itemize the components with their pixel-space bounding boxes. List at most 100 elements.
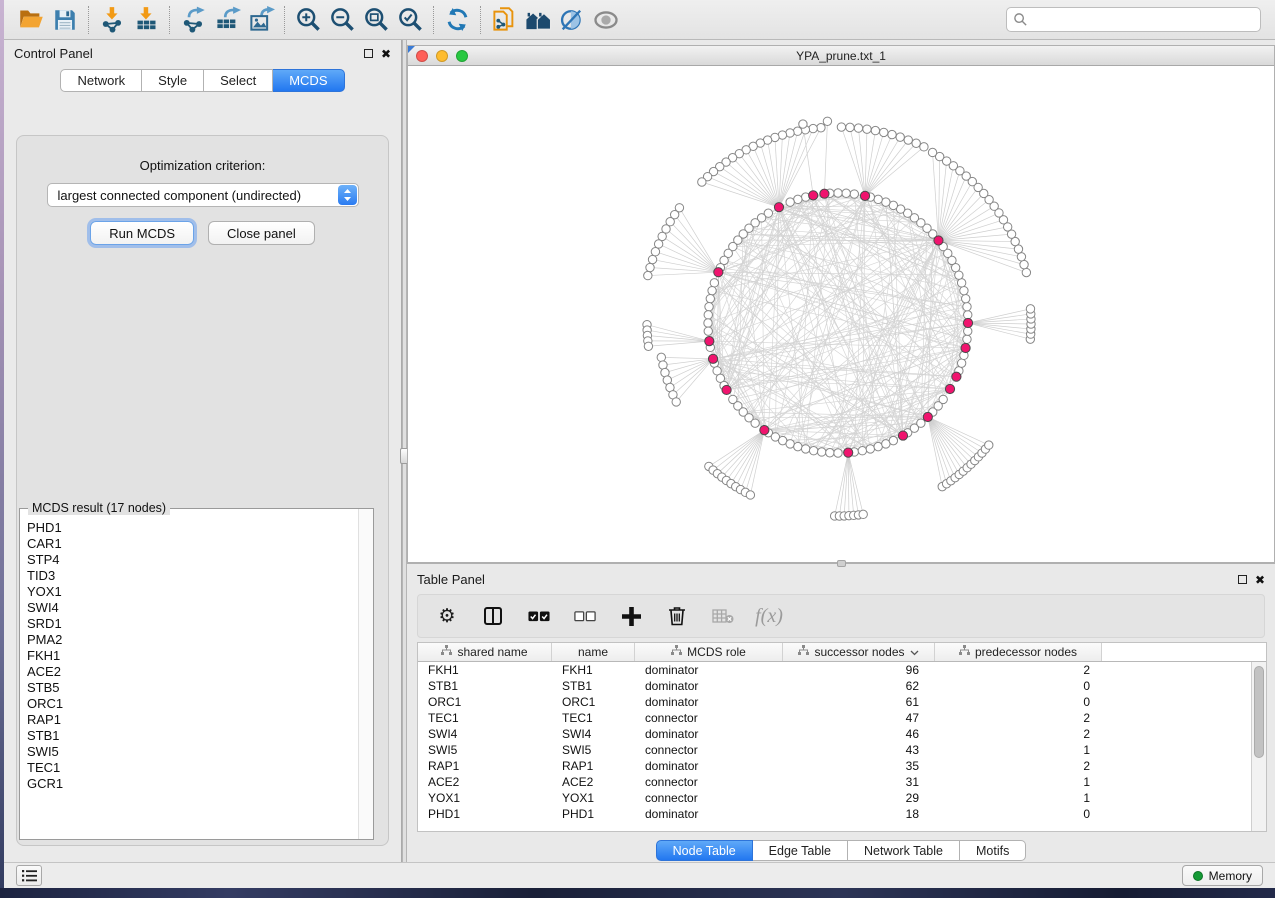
open-file-icon[interactable] (14, 3, 48, 37)
table-row[interactable]: RAP1RAP1dominator352 (418, 758, 1251, 774)
table-row[interactable]: SWI5SWI5connector431 (418, 742, 1251, 758)
cell-predecessor-nodes: 2 (935, 758, 1102, 774)
mcds-result-item[interactable]: SWI5 (27, 744, 358, 760)
table-row[interactable]: ORC1ORC1dominator610 (418, 694, 1251, 710)
mcds-result-group: MCDS result (17 nodes) PHD1CAR1STP4TID3Y… (19, 508, 374, 840)
mcds-result-item[interactable]: STB1 (27, 728, 358, 744)
select-all-rows-icon[interactable] (528, 605, 550, 627)
mcds-result-item[interactable]: YOX1 (27, 584, 358, 600)
column-visibility-icon[interactable] (482, 605, 504, 627)
tab-network-table[interactable]: Network Table (848, 840, 960, 861)
mcds-result-item[interactable]: TID3 (27, 568, 358, 584)
zoom-out-icon[interactable] (325, 3, 359, 37)
table-row[interactable]: ACE2ACE2connector311 (418, 774, 1251, 790)
cell-predecessor-nodes: 0 (935, 678, 1102, 694)
control-panel-tabs: NetworkStyleSelectMCDS (4, 69, 401, 92)
zoom-fit-icon[interactable] (359, 3, 393, 37)
mcds-result-item[interactable]: PMA2 (27, 632, 358, 648)
float-window-icon[interactable] (1238, 575, 1247, 584)
birds-eye-view-icon[interactable] (589, 3, 623, 37)
mcds-result-item[interactable]: ACE2 (27, 664, 358, 680)
header-filler (1102, 643, 1266, 661)
cell-shared-name: SWI5 (418, 742, 552, 758)
column-type-icon (671, 645, 682, 659)
import-network-icon[interactable] (95, 3, 129, 37)
tab-mcds[interactable]: MCDS (273, 69, 344, 92)
tab-motifs[interactable]: Motifs (960, 840, 1026, 861)
horizontal-splitter-handle[interactable] (837, 560, 846, 567)
tab-select[interactable]: Select (204, 69, 273, 92)
import-table-icon[interactable] (129, 3, 163, 37)
add-column-icon[interactable] (620, 605, 642, 627)
delete-table-icon-disabled (712, 605, 734, 627)
column-header-predecessor-nodes[interactable]: predecessor nodes (935, 643, 1102, 661)
refresh-icon[interactable] (440, 3, 474, 37)
table-scrollbar[interactable] (1251, 662, 1266, 831)
mcds-list-scrollbar[interactable] (358, 509, 373, 839)
network-window-titlebar[interactable]: YPA_prune.txt_1 (408, 46, 1274, 66)
table-tabs: Node TableEdge TableNetwork TableMotifs (407, 840, 1275, 861)
table-row[interactable]: FKH1FKH1dominator962 (418, 662, 1251, 678)
network-overview-icon[interactable] (521, 3, 555, 37)
table-settings-icon[interactable]: ⚙ (436, 605, 458, 627)
tab-style[interactable]: Style (142, 69, 204, 92)
mcds-result-item[interactable]: GCR1 (27, 776, 358, 792)
column-header-name[interactable]: name (552, 643, 635, 661)
cell-predecessor-nodes: 2 (935, 662, 1102, 678)
export-to-web-icon[interactable] (487, 3, 521, 37)
close-panel-icon[interactable]: ✖ (1255, 574, 1265, 586)
zoom-in-icon[interactable] (291, 3, 325, 37)
table-toolbar: ⚙ f(x) (417, 594, 1265, 638)
cell-predecessor-nodes: 2 (935, 726, 1102, 742)
float-window-icon[interactable] (364, 49, 373, 58)
cell-successor-nodes: 43 (783, 742, 935, 758)
tab-network[interactable]: Network (60, 69, 142, 92)
task-history-button[interactable] (16, 865, 42, 886)
table-row[interactable]: PHD1PHD1dominator180 (418, 806, 1251, 822)
save-session-icon[interactable] (48, 3, 82, 37)
search-input[interactable] (1006, 7, 1261, 32)
mcds-result-item[interactable]: TEC1 (27, 760, 358, 776)
table-row[interactable]: YOX1YOX1connector291 (418, 790, 1251, 806)
function-builder-icon-disabled: f(x) (758, 605, 780, 627)
cell-name: YOX1 (552, 790, 635, 806)
close-panel-button[interactable]: Close panel (208, 221, 315, 245)
table-scrollbar-thumb[interactable] (1254, 666, 1264, 758)
close-panel-icon[interactable]: ✖ (381, 48, 391, 60)
zoom-selected-icon[interactable] (393, 3, 427, 37)
mcds-result-item[interactable]: STB5 (27, 680, 358, 696)
mcds-result-item[interactable]: FKH1 (27, 648, 358, 664)
optimization-criterion-select[interactable]: largest connected component (undirected) (47, 183, 359, 207)
mcds-result-item[interactable]: SRD1 (27, 616, 358, 632)
mcds-result-item[interactable]: ORC1 (27, 696, 358, 712)
memory-button[interactable]: Memory (1182, 865, 1263, 886)
table-row[interactable]: TEC1TEC1connector472 (418, 710, 1251, 726)
delete-columns-icon[interactable] (666, 605, 688, 627)
search-icon (1013, 12, 1028, 32)
run-mcds-button[interactable]: Run MCDS (90, 221, 194, 245)
mcds-result-list[interactable]: PHD1CAR1STP4TID3YOX1SWI4SRD1PMA2FKH1ACE2… (20, 512, 358, 839)
cell-MCDS-role: dominator (635, 678, 783, 694)
table-row[interactable]: STB1STB1dominator620 (418, 678, 1251, 694)
network-canvas[interactable] (408, 66, 1274, 562)
tab-edge-table[interactable]: Edge Table (753, 840, 848, 861)
sort-chevron-icon (910, 645, 919, 659)
tab-node-table[interactable]: Node Table (656, 840, 753, 861)
mcds-result-item[interactable]: STP4 (27, 552, 358, 568)
export-network-icon[interactable] (176, 3, 210, 37)
column-label: MCDS role (687, 645, 746, 659)
memory-status-icon (1193, 871, 1203, 881)
export-image-icon[interactable] (244, 3, 278, 37)
column-header-shared-name[interactable]: shared name (418, 643, 552, 661)
export-table-icon[interactable] (210, 3, 244, 37)
hide-graphics-details-icon[interactable] (555, 3, 589, 37)
deselect-all-rows-icon[interactable] (574, 605, 596, 627)
table-row[interactable]: SWI4SWI4dominator462 (418, 726, 1251, 742)
column-header-MCDS-role[interactable]: MCDS role (635, 643, 783, 661)
column-header-successor-nodes[interactable]: successor nodes (783, 643, 935, 661)
mcds-result-item[interactable]: CAR1 (27, 536, 358, 552)
mcds-result-item[interactable]: PHD1 (27, 520, 358, 536)
mcds-result-item[interactable]: RAP1 (27, 712, 358, 728)
mcds-result-item[interactable]: SWI4 (27, 600, 358, 616)
cell-successor-nodes: 31 (783, 774, 935, 790)
